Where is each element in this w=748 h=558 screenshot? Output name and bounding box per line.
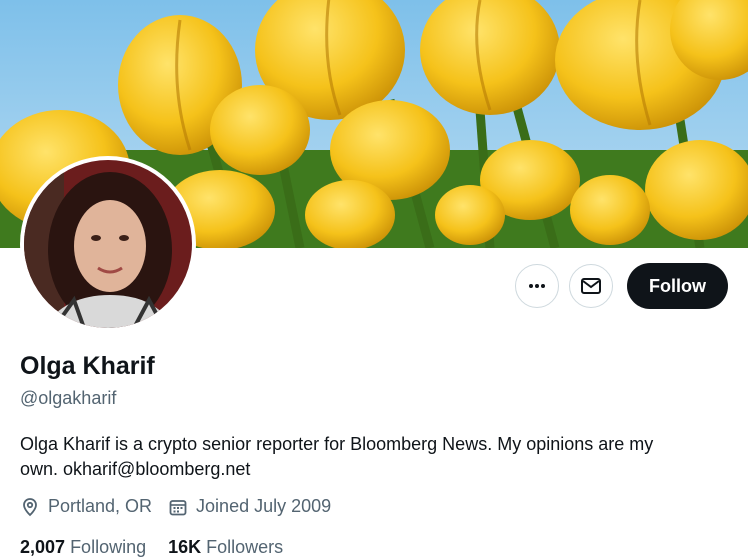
following-link[interactable]: 2,007 Following <box>20 537 146 558</box>
profile-name: Olga Kharif <box>20 352 155 380</box>
calendar-icon <box>169 499 187 515</box>
followers-count: 16K <box>168 537 202 557</box>
location-text: Portland, OR <box>48 496 153 516</box>
profile-bio: Olga Kharif is a crypto senior reporter … <box>20 432 720 482</box>
profile-meta: Portland, OR Joined July 2009 <box>20 496 347 517</box>
follow-button[interactable]: Follow <box>627 263 728 309</box>
location-pin-icon <box>23 497 37 516</box>
profile-avatar[interactable] <box>20 156 196 332</box>
message-button[interactable] <box>569 264 613 308</box>
bio-line: Olga Kharif is a crypto senior reporter … <box>20 434 654 454</box>
joined-item: Joined July 2009 <box>168 496 331 517</box>
more-horizontal-icon <box>529 284 545 288</box>
following-label: Following <box>70 537 147 557</box>
envelope-icon <box>581 278 601 294</box>
followers-label: Followers <box>206 537 284 557</box>
more-button[interactable] <box>515 264 559 308</box>
avatar-photo <box>24 160 192 328</box>
bio-line: own. okharif@bloomberg.net <box>20 459 251 479</box>
joined-text: Joined July 2009 <box>196 496 332 516</box>
profile-actions: Follow <box>515 263 728 309</box>
location-item: Portland, OR <box>20 496 152 517</box>
following-count: 2,007 <box>20 537 66 557</box>
profile-stats: 2,007 Following 16K Followers <box>20 537 305 558</box>
profile-handle: @olgakharif <box>20 388 117 408</box>
followers-link[interactable]: 16K Followers <box>168 537 283 558</box>
